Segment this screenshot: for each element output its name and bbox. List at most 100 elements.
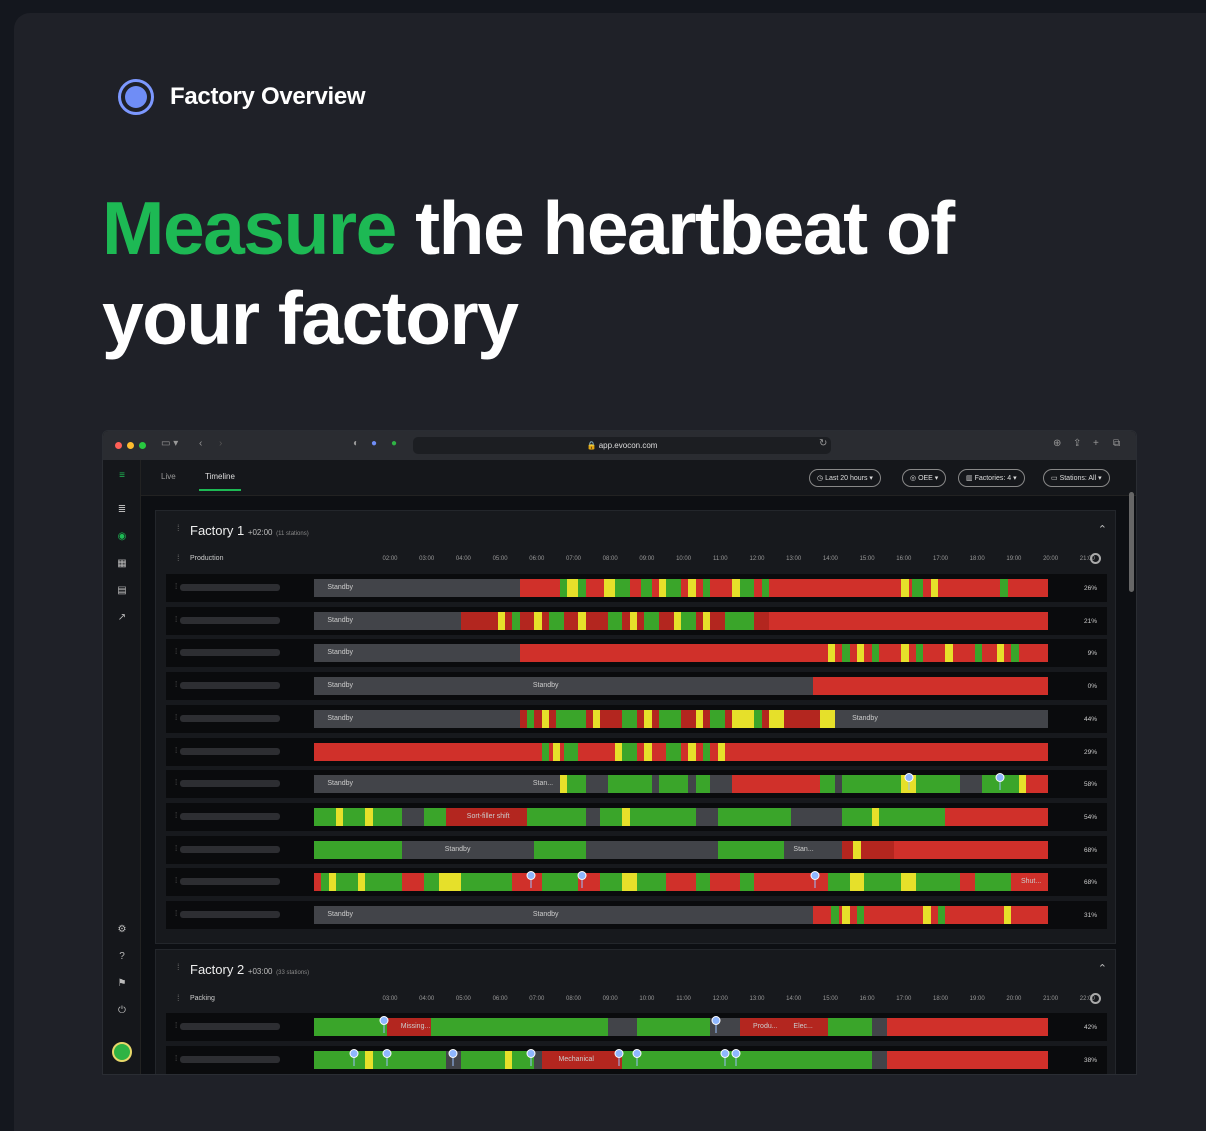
sidebar-toggle-icon[interactable]: ▭ ▾ [161,438,178,449]
shield-icon[interactable]: ◐ [353,438,359,449]
timeline-segment[interactable] [559,775,568,794]
timeline-segment[interactable] [548,611,564,630]
station-row[interactable]: ⁞ Shut... 68% [166,868,1107,897]
timeline-segment[interactable] [761,579,770,597]
comment-pin-icon[interactable] [379,1016,389,1033]
timeline-segment[interactable] [681,611,696,630]
tab-live[interactable]: Live [161,472,176,481]
timeline-segment[interactable] [717,840,784,859]
timeline-track[interactable]: Standby [314,644,1048,663]
timeline-segment[interactable] [717,807,792,826]
timeline-segment[interactable] [769,611,1048,630]
timeline-segment[interactable] [607,611,623,630]
timeline-segment[interactable] [1025,775,1048,794]
timeline-segment[interactable] [703,742,711,761]
timeline-segment[interactable] [541,742,549,761]
timeline-segment[interactable] [365,1050,373,1069]
timeline-segment[interactable] [732,709,755,728]
timeline-track[interactable]: Missing... Produ... Elec... [314,1016,1048,1036]
trend-icon[interactable]: ↗ [116,613,128,623]
timeline-segment[interactable] [592,709,601,728]
close-icon[interactable] [115,442,122,449]
timeline-segment[interactable] [695,709,703,728]
timeline-segment[interactable] [831,906,839,924]
timeline-segment[interactable] [658,775,689,794]
drag-handle-icon[interactable]: ⁞ [175,844,177,853]
timeline-segment[interactable] [717,742,726,761]
timeline-segment[interactable] [857,644,865,663]
flag-icon[interactable]: ⚑ [116,979,128,989]
drag-handle-icon[interactable]: ⁞ [175,713,177,722]
timeline-segment[interactable] [526,807,586,826]
timeline-segment[interactable] [849,873,865,892]
settings-icon[interactable]: ⚙ [116,925,128,935]
collapse-icon[interactable]: ⌃ [1098,523,1107,536]
timeline-track[interactable]: Shut... [314,871,1048,892]
timeline-segment[interactable] [673,611,681,630]
extension-icon[interactable]: ● [371,438,377,449]
timeline-segment[interactable] [559,579,568,597]
timeline-segment[interactable] [534,840,586,859]
drag-handle-icon[interactable]: ⁞ [175,680,177,689]
station-row[interactable]: ⁞ Standby 21% [166,606,1107,635]
comment-pin-icon[interactable] [526,1048,536,1066]
timeline-segment[interactable] [640,579,652,597]
reload-icon[interactable]: ↻ [819,438,827,449]
comment-pin-icon[interactable] [632,1048,642,1066]
timeline-segment[interactable] [871,1050,887,1069]
timeline-segment[interactable] [567,579,579,597]
timeline-segment[interactable] [438,873,461,892]
timeline-segment[interactable] [636,1018,711,1036]
help-icon[interactable]: ? [116,952,128,962]
timeline-track[interactable]: Mechanical [314,1048,1048,1069]
timeline-segment[interactable] [923,906,931,924]
timeline-segment[interactable] [512,611,520,630]
timeline-segment[interactable] [556,709,586,728]
timeline-segment[interactable] [945,807,1048,826]
timeline-segment[interactable] [901,644,909,663]
timeline-segment[interactable] [710,709,726,728]
timeline-segment[interactable] [519,579,1048,597]
timeline-segment[interactable] [688,579,696,597]
timeline-segment[interactable] [857,906,865,924]
timeline-segment[interactable] [519,644,1048,663]
timeline-segment[interactable] [695,807,718,826]
filter-time-range[interactable]: ◷ Last 20 hours ▾ [809,469,881,487]
comment-pin-icon[interactable] [711,1016,721,1033]
comment-pin-icon[interactable] [526,871,536,889]
timeline-segment[interactable] [314,742,1048,761]
timeline-segment[interactable] [820,775,836,794]
timeline-segment[interactable] [666,742,681,761]
drag-handle-icon[interactable]: ⁞ [175,811,177,820]
timeline-segment[interactable] [827,1018,872,1036]
timeline-segment[interactable] [314,1050,447,1069]
comment-pin-icon[interactable] [720,1048,730,1066]
drag-handle-icon[interactable]: ⁞ [175,778,177,787]
timeline-segment[interactable] [703,579,711,597]
timeline-segment[interactable] [578,579,586,597]
drag-handle-icon[interactable]: ⁞ [175,582,177,591]
timeline-segment[interactable] [424,873,513,892]
timeline-segment[interactable] [607,775,652,794]
timeline-segment[interactable] [497,611,505,630]
timeline-segment[interactable] [901,579,909,597]
timeline-track[interactable]: Standby Standby [314,906,1048,924]
timeline-segment[interactable] [541,709,549,728]
timeline-segment[interactable] [754,709,762,728]
drag-handle-icon[interactable]: ⁞ [175,1054,177,1063]
timeline-track[interactable]: Standby Standby [314,677,1048,696]
timeline-segment[interactable] [959,775,982,794]
dashboard-icon[interactable]: ▦ [116,559,128,569]
station-row[interactable]: ⁞ Standby Standby 44% [166,704,1107,733]
timeline-segment[interactable] [769,709,784,728]
window-controls[interactable] [115,442,146,449]
timeline-segment[interactable] [886,1018,1048,1036]
timeline-segment[interactable] [901,873,916,892]
timeline-segment[interactable] [871,807,880,826]
timeline-track[interactable]: Standby Stan... [314,773,1048,794]
report-icon[interactable]: ▤ [116,586,128,596]
station-row[interactable]: ⁞ Standby Stan... 68% [166,835,1107,864]
timeline-segment[interactable] [695,873,711,892]
timeline-segment[interactable] [912,579,924,597]
station-row[interactable]: ⁞ Standby 26% [166,574,1107,602]
